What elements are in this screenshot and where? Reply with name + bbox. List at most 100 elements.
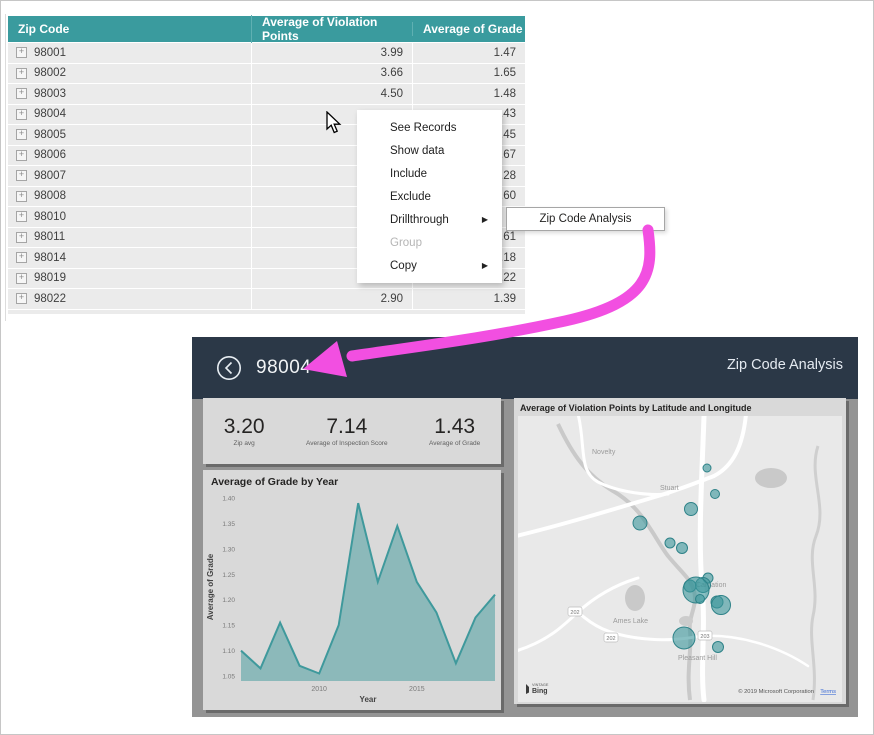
- menu-item-include[interactable]: Include: [357, 162, 502, 185]
- dashboard-header: 98004 Zip Code Analysis: [192, 337, 858, 399]
- table-row[interactable]: +98002 3.661.65: [8, 64, 525, 84]
- menu-item-copy[interactable]: Copy▶: [357, 254, 502, 277]
- road-shield-label: 203: [700, 634, 709, 640]
- chart-text: 2015: [409, 686, 425, 693]
- violation-map-card: Average of Violation Points by Latitude …: [514, 398, 846, 704]
- map-bubble[interactable]: [713, 642, 724, 653]
- kpi-value: 1.43: [429, 415, 480, 439]
- violation-points-cell: 4.50: [252, 84, 412, 104]
- table-row[interactable]: +98022 2.901.39: [8, 289, 525, 309]
- column-header-average-of-violation-points[interactable]: Average of Violation Points: [251, 15, 412, 43]
- map-bubble[interactable]: [711, 490, 720, 499]
- table-header-row: Zip CodeAverage of Violation PointsAvera…: [8, 16, 525, 42]
- kpi-value: 3.20: [224, 415, 265, 439]
- zip-code-cell: 98002: [34, 67, 66, 79]
- map-bubble[interactable]: [665, 538, 675, 548]
- column-header-zip-code[interactable]: Zip Code: [8, 22, 251, 36]
- chart-text: 1.20: [222, 597, 235, 604]
- drillthrough-submenu-item[interactable]: Zip Code Analysis: [506, 207, 665, 231]
- chart-text: 1.30: [222, 546, 235, 553]
- zip-code-cell: 98010: [34, 211, 66, 223]
- violation-points-cell: 2.90: [252, 289, 412, 309]
- expand-row-icon[interactable]: +: [16, 211, 27, 222]
- lake: [625, 585, 645, 611]
- expand-row-icon[interactable]: +: [16, 47, 27, 58]
- expand-row-icon[interactable]: +: [16, 273, 27, 284]
- column-header-average-of-grade[interactable]: Average of Grade: [412, 22, 525, 36]
- page-title: Zip Code Analysis: [727, 357, 843, 373]
- chart-text: 1.25: [222, 572, 235, 579]
- violation-points-cell: 3.66: [252, 64, 412, 84]
- expand-row-icon[interactable]: +: [16, 191, 27, 202]
- chart-title: Average of Grade by Year: [203, 470, 501, 488]
- expand-row-icon[interactable]: +: [16, 252, 27, 263]
- map-place-label: Ames Lake: [613, 618, 648, 625]
- report-canvas-edge: [5, 14, 6, 321]
- bing-logo-small-text: VINTAGE: [532, 683, 549, 687]
- expand-row-icon[interactable]: +: [16, 88, 27, 99]
- kpi-card: 3.20 Zip avg 7.14 Average of Inspection …: [203, 398, 501, 464]
- kpi-zip-avg: 3.20 Zip avg: [224, 415, 265, 447]
- drillthrough-dashboard: 98004 Zip Code Analysis 3.20 Zip avg 7.1…: [192, 337, 858, 717]
- kpi-grade: 1.43 Average of Grade: [429, 415, 480, 447]
- lake: [755, 468, 787, 488]
- grade-cell: 1.65: [413, 64, 525, 84]
- chart-text: 1.40: [222, 496, 235, 503]
- submenu-arrow-icon: ▶: [482, 215, 488, 224]
- kpi-label: Zip avg: [224, 440, 265, 447]
- table-row[interactable]: +98003 4.501.48: [8, 84, 525, 104]
- context-menu: See RecordsShow dataIncludeExcludeDrillt…: [357, 110, 502, 283]
- kpi-label: Average of Grade: [429, 440, 480, 447]
- back-button-icon[interactable]: [216, 355, 242, 381]
- zip-code-cell: 98011: [34, 231, 65, 243]
- map-bubble[interactable]: [712, 596, 731, 615]
- submenu-arrow-icon: ▶: [482, 261, 488, 270]
- table-row-partial: [8, 310, 525, 314]
- expand-row-icon[interactable]: +: [16, 150, 27, 161]
- map-place-label: Stuart: [660, 485, 679, 492]
- road-shield-label: 202: [570, 610, 579, 616]
- menu-item-exclude[interactable]: Exclude: [357, 185, 502, 208]
- expand-row-icon[interactable]: +: [16, 232, 27, 243]
- violation-points-cell: 3.99: [252, 43, 412, 63]
- mouse-cursor-icon: [325, 111, 345, 135]
- zip-code-cell: 98019: [34, 272, 66, 284]
- chart-text: 1.35: [222, 521, 235, 528]
- expand-row-icon[interactable]: +: [16, 109, 27, 120]
- expand-row-icon[interactable]: +: [16, 170, 27, 181]
- map-bubble[interactable]: [685, 503, 698, 516]
- bing-logo-text: Bing: [532, 688, 548, 695]
- kpi-value: 7.14: [306, 415, 388, 439]
- menu-item-drillthrough[interactable]: Drillthrough▶: [357, 208, 502, 231]
- map-place-label: Novelty: [592, 449, 616, 456]
- expand-row-icon[interactable]: +: [16, 68, 27, 79]
- chart-text: Average of Grade: [206, 553, 215, 620]
- road-shield-label: 202: [606, 636, 615, 642]
- map-bubble[interactable]: [696, 595, 705, 604]
- area-chart[interactable]: 1.05 1.10 1.15 1.20 1.25 1.30 1.35 1.40 2010 2015…: [203, 488, 501, 708]
- expand-row-icon[interactable]: +: [16, 129, 27, 140]
- chart-text: 1.10: [222, 648, 235, 655]
- zip-code-cell: 98003: [34, 88, 66, 100]
- grade-cell: 1.39: [413, 289, 525, 309]
- chart-text: 2010: [311, 686, 327, 693]
- map-attribution: © 2019 Microsoft Corporation: [738, 688, 814, 695]
- chart-text: 1.05: [222, 674, 235, 681]
- terms-link[interactable]: Terms: [820, 689, 836, 695]
- menu-item-see-records[interactable]: See Records: [357, 116, 502, 139]
- bubble-map[interactable]: NoveltyStuartCarnationAmes LakePleasant …: [518, 416, 842, 702]
- grade-cell: 1.48: [413, 84, 525, 104]
- map-bubble[interactable]: [673, 627, 695, 649]
- expand-row-icon[interactable]: +: [16, 293, 27, 304]
- kpi-label: Average of Inspection Score: [306, 440, 388, 447]
- chart-text: Year: [360, 695, 377, 704]
- map-bubble[interactable]: [677, 543, 688, 554]
- grade-by-year-chart-card: Average of Grade by Year 1.05 1.10 1.15 1.2…: [203, 470, 501, 710]
- zip-code-cell: 98007: [34, 170, 66, 182]
- chart-text: 1.15: [222, 623, 235, 630]
- table-row[interactable]: +980013.991.47: [8, 43, 525, 63]
- zip-code-cell: 98022: [34, 293, 66, 305]
- map-bubble[interactable]: [703, 464, 711, 472]
- menu-item-show-data[interactable]: Show data: [357, 139, 502, 162]
- map-bubble[interactable]: [633, 516, 647, 530]
